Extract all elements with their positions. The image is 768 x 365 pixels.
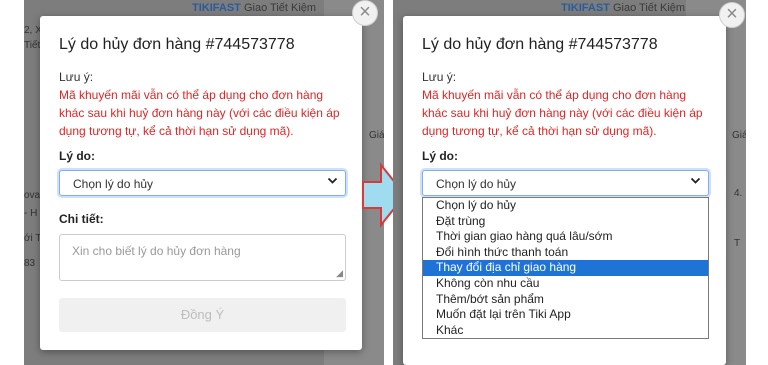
dropdown-option[interactable]: Khác <box>423 323 708 339</box>
detail-textarea[interactable]: Xin cho biết lý do hủy đơn hàng ◢ <box>59 234 346 281</box>
reason-label: Lý do: <box>59 149 95 163</box>
dropdown-option[interactable]: Muốn đặt lại trên Tiki App <box>423 307 708 323</box>
note-label: Lưu ý: <box>59 70 94 84</box>
dropdown-option[interactable]: Đặt trùng <box>423 214 708 230</box>
chevron-down-icon <box>327 175 338 189</box>
dropdown-option[interactable]: Thêm/bớt sản phẩm <box>423 292 708 308</box>
reason-select-value: Chọn lý do hủy <box>73 177 154 191</box>
shipping-info: TIKIFAST Giao Tiết Kiệm <box>561 2 686 14</box>
screenshot-after: TIKIFAST Giao Tiết Kiệm Giá 4. T Lý do h… <box>393 0 746 365</box>
cancel-order-modal: Lý do hủy đơn hàng #744573778 Lưu ý: Mã … <box>403 16 726 365</box>
note-label: Lưu ý: <box>422 70 457 84</box>
reason-label: Lý do: <box>422 149 458 163</box>
dropdown-option-highlighted[interactable]: Thay đổi địa chỉ giao hàng <box>423 260 708 276</box>
detail-label: Chi tiết: <box>59 212 104 226</box>
reason-select[interactable]: Chọn lý do hủy <box>422 170 709 196</box>
dropdown-option[interactable]: Chọn lý do hủy <box>423 198 708 214</box>
confirm-button[interactable]: Đồng Ý <box>59 298 346 332</box>
dropdown-option[interactable]: Không còn nhu cầu <box>423 276 708 292</box>
dropdown-option[interactable]: Thời gian giao hàng quá lâu/sớm <box>423 229 708 245</box>
note-warning-text: Mã khuyến mãi vẫn có thể áp dụng cho đơn… <box>422 88 703 138</box>
screenshot-before: TIKIFAST Giao Tiết Kiệm 2, X Tiết N ova … <box>24 0 384 365</box>
detail-placeholder: Xin cho biết lý do hủy đơn hàng <box>72 244 241 258</box>
shipping-info: TIKIFAST Giao Tiết Kiệm <box>192 2 317 14</box>
resize-grip-icon[interactable]: ◢ <box>336 268 343 279</box>
cancel-order-modal: Lý do hủy đơn hàng #744573778 Lưu ý: Mã … <box>40 16 362 350</box>
reason-dropdown-list: Chọn lý do hủy Đặt trùng Thời gian giao … <box>422 197 709 340</box>
modal-title: Lý do hủy đơn hàng #744573778 <box>422 36 658 53</box>
modal-title: Lý do hủy đơn hàng #744573778 <box>59 36 295 53</box>
note-warning-text: Mã khuyến mãi vẫn có thể áp dụng cho đơn… <box>59 88 340 138</box>
chevron-down-icon <box>690 175 701 189</box>
reason-select-value: Chọn lý do hủy <box>436 177 517 191</box>
close-icon[interactable]: × <box>352 0 378 26</box>
reason-select[interactable]: Chọn lý do hủy <box>59 170 346 196</box>
close-icon[interactable]: × <box>719 2 745 28</box>
dropdown-option[interactable]: Đổi hình thức thanh toán <box>423 245 708 261</box>
